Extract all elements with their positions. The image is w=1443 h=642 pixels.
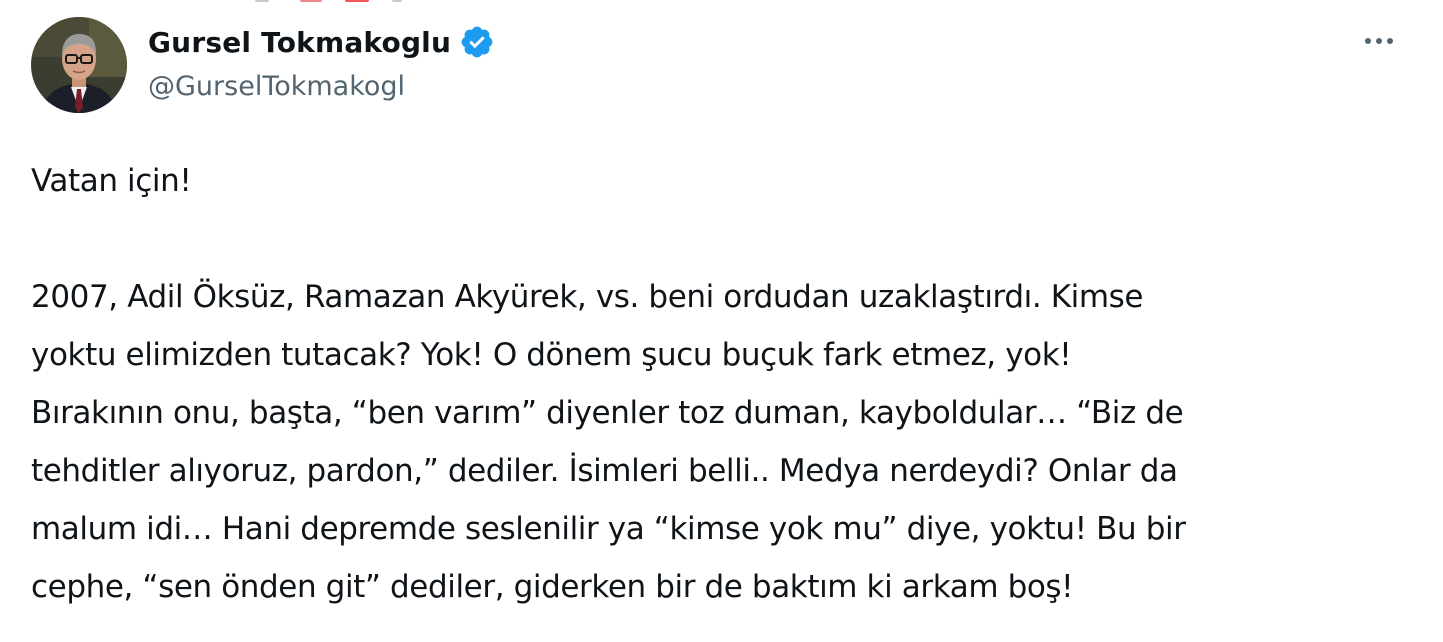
tweet-text-line: tehditler alıyoruz, pardon,” dediler. İs… (31, 453, 1178, 489)
avatar[interactable] (31, 17, 127, 113)
tweet-text: Vatan için! 2007, Adil Öksüz, Ramazan Ak… (31, 152, 1426, 616)
tweet-text-line: cephe, “sen önden git” dediler, giderken… (31, 569, 1074, 605)
author-name-row: Gursel Tokmakoglu (148, 22, 495, 62)
verified-badge-icon[interactable] (459, 24, 495, 60)
avatar-image (31, 17, 127, 113)
paragraph-break (31, 210, 1426, 268)
more-options-button[interactable] (1356, 24, 1402, 58)
display-name[interactable]: Gursel Tokmakoglu (148, 26, 451, 59)
tweet-card: Gursel Tokmakoglu @GurselTokmakogl Vatan… (0, 0, 1443, 642)
author-handle[interactable]: @GurselTokmakogl (148, 71, 405, 102)
cutoff-previous-content (0, 0, 1443, 6)
more-horizontal-icon (1365, 38, 1393, 44)
tweet-text-line: Vatan için! (31, 163, 192, 199)
tweet-text-line: Bırakının onu, başta, “ben varım” diyenl… (31, 395, 1184, 431)
tweet-text-line: malum idi… Hani depremde seslenilir ya “… (31, 511, 1186, 547)
tweet-text-line: 2007, Adil Öksüz, Ramazan Akyürek, vs. b… (31, 279, 1144, 315)
tweet-text-line: yoktu elimizden tutacak? Yok! O dönem şu… (31, 337, 1072, 373)
